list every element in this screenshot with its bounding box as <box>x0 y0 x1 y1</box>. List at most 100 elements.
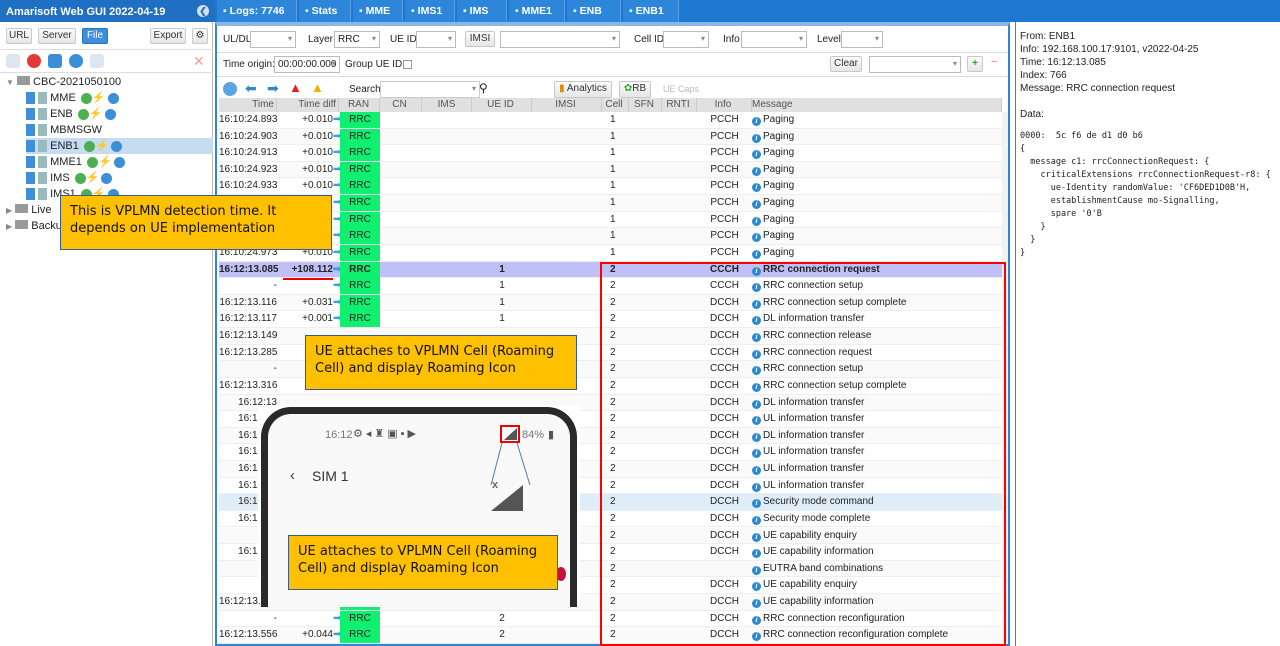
warning-icon[interactable]: ▲ <box>311 80 324 95</box>
info-select[interactable] <box>741 31 807 48</box>
layer-select[interactable]: RRC <box>334 31 380 48</box>
column-header[interactable]: RNTI <box>662 98 697 112</box>
column-header[interactable]: RAN <box>340 98 380 112</box>
play-icon[interactable] <box>110 140 122 152</box>
time-origin-input[interactable]: 00:00:00.000 <box>274 56 340 73</box>
table-row[interactable]: 16:10:24.933 +0.010 ➡ RRC 1 PCCH i Paging <box>219 178 1002 196</box>
tree-item[interactable]: MME ⚡ <box>26 90 119 106</box>
column-header[interactable]: IMSI <box>532 98 602 112</box>
collapse-panel-icon[interactable]: ❮ <box>197 5 209 17</box>
imsi-select[interactable] <box>500 31 620 48</box>
add-icon[interactable]: + <box>967 56 983 72</box>
table-row[interactable]: ➡ RRC 1 PCCH i Paging <box>219 228 1002 245</box>
cell-info: PCCH <box>710 246 739 258</box>
column-header[interactable]: SFN <box>629 98 662 112</box>
file-button[interactable]: File <box>82 28 108 44</box>
close-icon[interactable]: ✕ <box>193 53 205 70</box>
tree-item[interactable]: MBMSGW <box>26 122 102 138</box>
settings-icon[interactable] <box>90 54 104 68</box>
node-icon <box>38 188 48 201</box>
table-row[interactable]: ➡ RRC 1 PCCH i Paging <box>219 195 1002 212</box>
play-icon[interactable] <box>101 172 113 184</box>
column-header[interactable]: CN <box>380 98 422 112</box>
imsi-button[interactable]: IMSI <box>465 31 495 47</box>
play-icon[interactable] <box>113 156 125 168</box>
error-icon[interactable]: ▲ <box>289 80 302 95</box>
column-header[interactable]: Time <box>219 98 277 112</box>
tab-ims1[interactable]: ▪ IMS1 <box>405 0 455 22</box>
rb-button[interactable]: ✿RB <box>619 81 651 98</box>
column-header[interactable]: IMS <box>424 98 472 112</box>
filter-preset-select[interactable] <box>869 56 961 73</box>
back-icon[interactable]: ‹ <box>290 467 295 484</box>
refresh-icon[interactable] <box>48 54 62 68</box>
clock-icon[interactable] <box>223 82 237 96</box>
tab-enb1[interactable]: ▪ ENB1 <box>623 0 679 22</box>
play-icon[interactable] <box>104 108 116 120</box>
uldl-select[interactable] <box>250 31 296 48</box>
remove-icon[interactable]: − <box>991 56 997 68</box>
table-row[interactable]: 16:10:24.973 +0.010 ➡ RRC 1 PCCH i Paging <box>219 244 1002 262</box>
column-header[interactable]: UE ID <box>472 98 532 112</box>
group-ueid-checkbox[interactable] <box>403 60 412 69</box>
settings-button[interactable]: ⚙ <box>192 28 208 44</box>
ueid-label: UE ID <box>390 34 417 45</box>
export-button[interactable]: Export <box>150 28 186 44</box>
server-icon: ▪ <box>359 5 363 17</box>
tree-item[interactable]: ▼ CBC-2021050100 <box>6 74 121 90</box>
column-header[interactable]: Message <box>752 98 1002 112</box>
column-header[interactable]: Info <box>697 98 752 112</box>
cell-time-diff: +0.010 <box>302 130 333 142</box>
expand-icon[interactable]: ▶ <box>6 222 12 231</box>
table-row[interactable]: ➡ RRC 1 PCCH i Paging <box>219 211 1002 229</box>
level-select[interactable] <box>841 31 883 48</box>
play-icon[interactable] <box>107 92 119 104</box>
pause-icon[interactable] <box>69 54 83 68</box>
arrow-left-icon[interactable]: ⬅ <box>245 80 257 97</box>
tree-item[interactable]: MME1 ⚡ <box>26 154 125 170</box>
ue-caps-button[interactable]: UE Caps <box>663 84 699 94</box>
arrow-right-icon[interactable]: ➡ <box>267 80 279 97</box>
column-header[interactable]: Cell <box>602 98 629 112</box>
column-header[interactable]: Time diff <box>279 98 339 112</box>
tree-item[interactable]: IMS ⚡ <box>26 170 113 186</box>
table-row[interactable]: 16:10:24.913 +0.010 ➡ RRC 1 PCCH i Paging <box>219 145 1002 162</box>
tab-logs[interactable]: ▪ Logs: 7746 <box>217 0 297 22</box>
cell-time: - <box>273 612 277 624</box>
table-row[interactable]: 16:10:24.893 +0.010 ➡ RRC 1 PCCH i Paging <box>219 112 1002 129</box>
antenna-icon: ▪ <box>573 5 577 17</box>
detail-data-dump: 0000: 5c f6 de d1 d0 b6 { message c1: rr… <box>1020 131 1271 258</box>
tab-enb[interactable]: ▪ ENB <box>567 0 621 22</box>
server-button[interactable]: Server <box>38 28 76 44</box>
tree-item[interactable]: ▶ Live <box>6 202 51 218</box>
expand-icon[interactable]: ▶ <box>6 206 12 215</box>
cell-ran: RRC <box>340 311 380 328</box>
tree-item[interactable]: ▶ Backup <box>6 218 68 234</box>
binoculars-icon[interactable]: ⚲ <box>479 81 488 95</box>
table-row[interactable]: 16:10:24.923 +0.010 ➡ RRC 1 PCCH i Paging <box>219 161 1002 179</box>
tab-ims[interactable]: ▪ IMS <box>457 0 507 22</box>
tab-mme[interactable]: ▪ MME <box>353 0 403 22</box>
table-row[interactable]: 16:10:24.903 +0.010 ➡ RRC 1 PCCH i Paging <box>219 128 1002 146</box>
server-icon <box>26 156 35 169</box>
stop-icon[interactable] <box>27 54 41 68</box>
cell-cell: 1 <box>610 213 616 225</box>
tab-mme1[interactable]: ▪ MME1 <box>509 0 565 22</box>
document-icon: ▪ <box>223 5 227 17</box>
phone-icon: ▪ <box>411 5 415 17</box>
tab-stats[interactable]: ▪ Stats <box>299 0 351 22</box>
wrench-icon[interactable] <box>6 54 20 68</box>
analytics-button[interactable]: ▮ Analytics <box>554 81 612 98</box>
tree-item[interactable]: ENB1 ⚡ <box>26 138 213 154</box>
cell-ue-id: 1 <box>499 296 505 308</box>
expand-icon[interactable]: ▼ <box>6 78 14 87</box>
ueid-select[interactable] <box>416 31 456 48</box>
url-button[interactable]: URL <box>6 28 32 44</box>
search-input[interactable] <box>380 81 480 98</box>
cell-info: PCCH <box>710 130 739 142</box>
cellid-select[interactable] <box>663 31 709 48</box>
clear-button[interactable]: Clear <box>830 56 862 72</box>
cell-time-diff: +0.001 <box>302 313 333 325</box>
cell-time: 16:10:24.923 <box>219 163 278 175</box>
tree-item[interactable]: ENB ⚡ <box>26 106 116 122</box>
